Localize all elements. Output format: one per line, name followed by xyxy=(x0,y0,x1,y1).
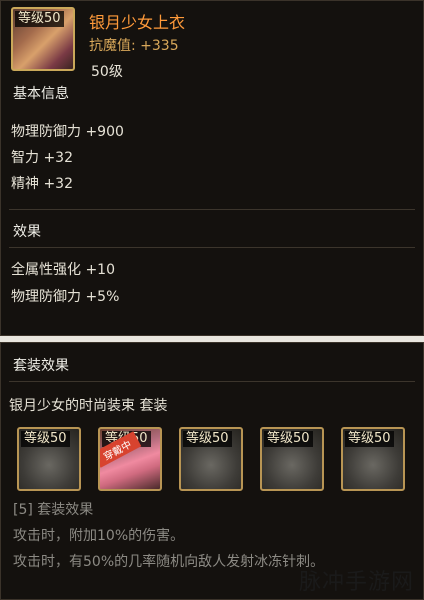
stat-line: 物理防御力 +900 xyxy=(11,124,124,140)
item-name: 银月少女上衣 xyxy=(89,13,186,32)
set-bonus-title: [5] 套装效果 xyxy=(13,502,94,518)
basic-info-title: 基本信息 xyxy=(13,86,69,102)
set-piece-slot[interactable]: 等级50 xyxy=(179,427,243,491)
stat-line: 精神 +32 xyxy=(11,176,73,192)
effects-title: 效果 xyxy=(13,224,41,240)
stat-line: 智力 +32 xyxy=(11,150,73,166)
watermark: 脉冲手游网 xyxy=(298,570,414,595)
divider xyxy=(9,247,415,248)
item-resist: 抗魔值: +335 xyxy=(89,38,179,54)
item-icon[interactable]: 等级50 xyxy=(11,7,75,71)
set-tooltip: 套装效果 银月少女的时尚装束 套装 等级50 等级50 穿戴中 等级50 等级5… xyxy=(0,342,424,600)
set-piece-slot[interactable]: 等级50 xyxy=(260,427,324,491)
effect-line: 物理防御力 +5% xyxy=(11,289,120,305)
item-tooltip: 等级50 银月少女上衣 抗魔值: +335 50级 基本信息 物理防御力 +90… xyxy=(0,0,424,336)
set-piece-level-tag: 等级50 xyxy=(264,431,313,447)
divider xyxy=(9,381,415,382)
divider xyxy=(9,209,415,210)
set-bonus-line: 攻击时，有50%的几率随机向敌人发射冰冻针刺。 xyxy=(13,554,325,570)
set-piece-slot[interactable]: 等级50 xyxy=(341,427,405,491)
set-name: 银月少女的时尚装束 套装 xyxy=(9,398,168,414)
set-piece-level-tag: 等级50 xyxy=(183,431,232,447)
item-level-tag: 等级50 xyxy=(15,11,64,27)
set-piece-slot[interactable]: 等级50 xyxy=(17,427,81,491)
effect-line: 全属性强化 +10 xyxy=(11,262,115,278)
set-piece-slot-equipped[interactable]: 等级50 穿戴中 xyxy=(98,427,162,491)
set-pieces: 等级50 等级50 穿戴中 等级50 等级50 等级50 xyxy=(17,427,405,491)
set-piece-level-tag: 等级50 xyxy=(345,431,394,447)
set-bonus-line: 攻击时，附加10%的伤害。 xyxy=(13,528,185,544)
item-level: 50级 xyxy=(91,64,123,80)
set-piece-level-tag: 等级50 xyxy=(21,431,70,447)
set-title: 套装效果 xyxy=(13,358,69,374)
